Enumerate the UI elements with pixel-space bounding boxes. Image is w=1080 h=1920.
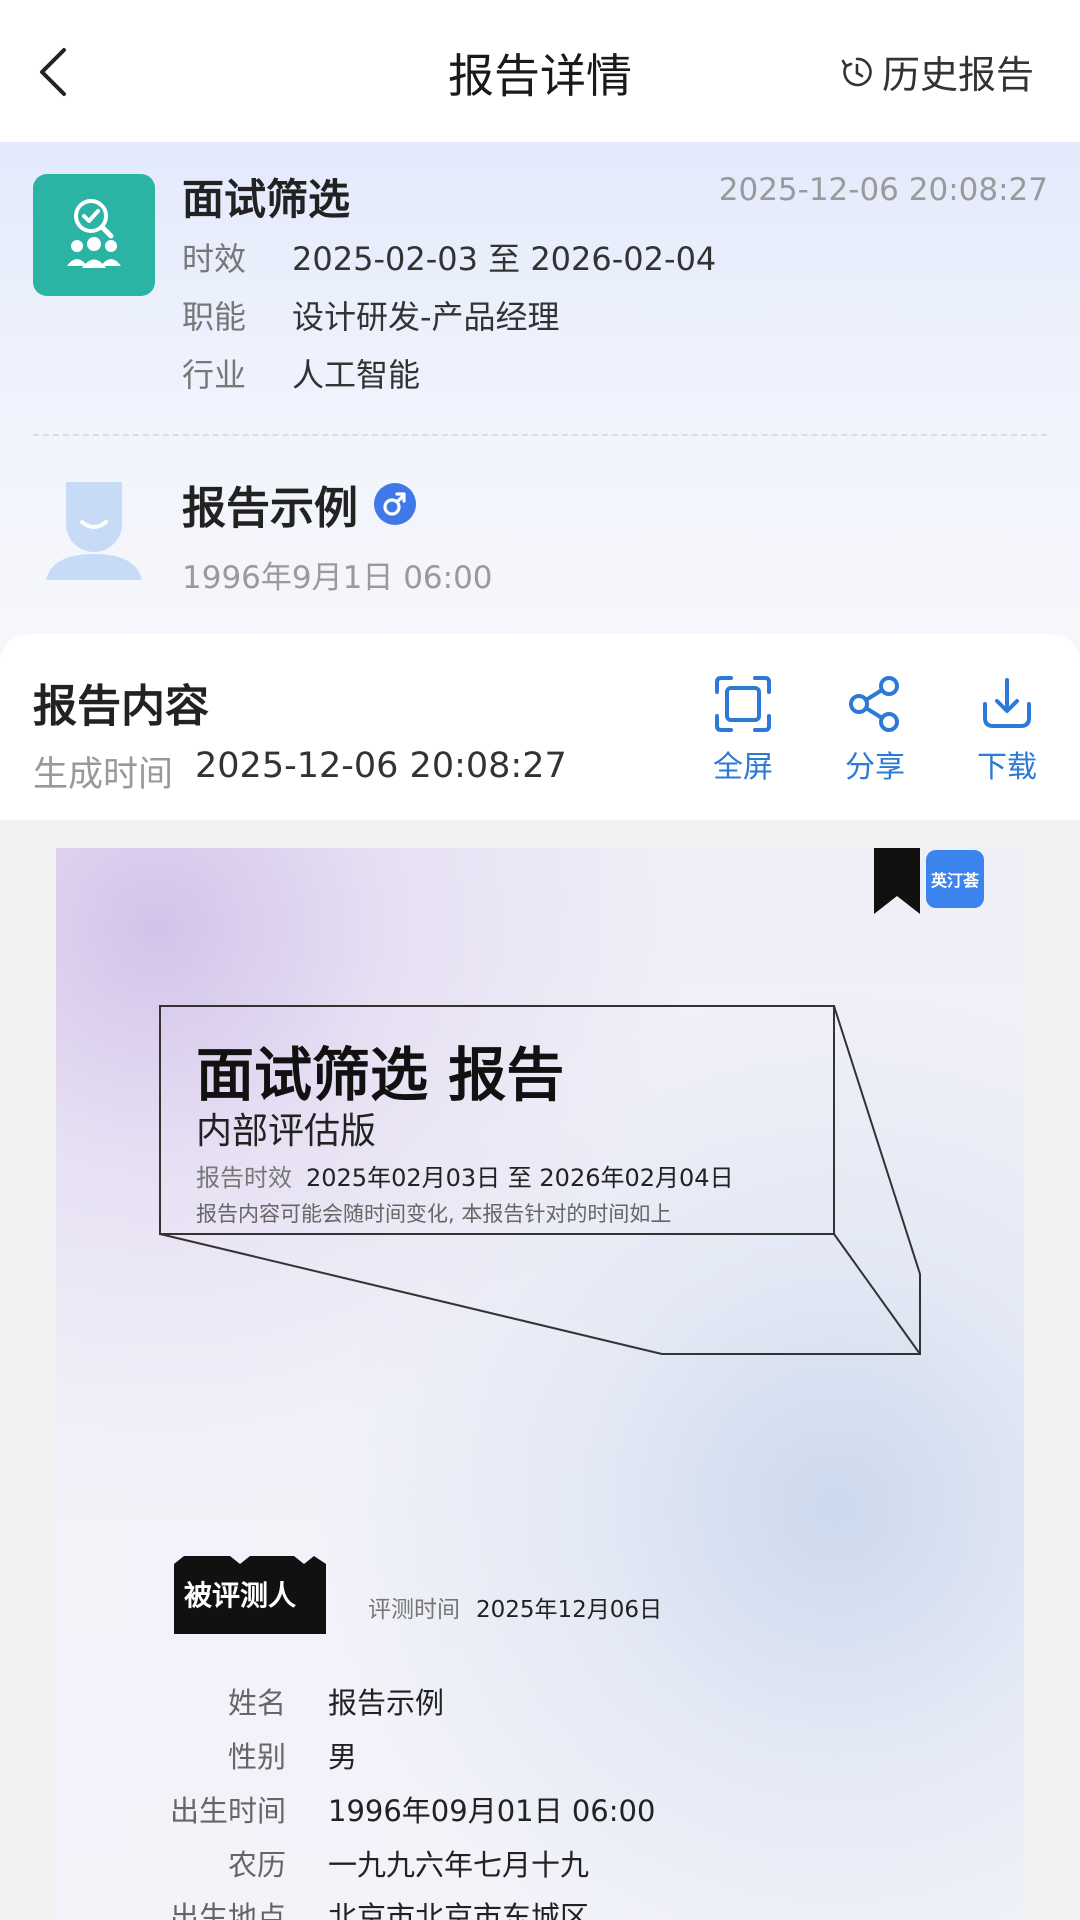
history-reports-button[interactable]: 历史报告 — [840, 44, 1034, 99]
doc-field-lunar: 农历 一九九六年七月十九 — [166, 1842, 589, 1884]
subject-tag-label: 被评测人 — [184, 1579, 297, 1612]
field-value: 北京市北京市东城区 — [328, 1900, 590, 1920]
download-label: 下载 — [977, 750, 1037, 785]
download-icon — [983, 678, 1031, 728]
job-field-industry: 行业 人工智能 — [182, 350, 420, 396]
field-label: 出生地点 — [169, 1900, 286, 1920]
field-value: 人工智能 — [292, 356, 421, 394]
field-value: 1996年09月01日 06:00 — [328, 1794, 656, 1828]
job-created-time: 2025-12-06 20:08:27 — [718, 172, 1048, 208]
fullscreen-icon — [715, 676, 771, 732]
eval-label: 评测时间 — [368, 1597, 460, 1623]
job-title: 面试筛选 — [182, 175, 351, 224]
field-label: 时效 — [182, 240, 247, 278]
share-button[interactable]: 分享 — [820, 674, 930, 786]
field-value: 2025-02-03 至 2026-02-04 — [292, 240, 717, 278]
avatar — [44, 474, 144, 584]
report-content-header: 报告内容 生成时间 2025-12-06 20:08:27 全屏 分享 下载 — [0, 634, 1080, 820]
person-name-row: 报告示例 — [182, 472, 416, 536]
validity-value: 2025年02月03日 至 2026年02月04日 — [306, 1164, 734, 1192]
divider — [33, 434, 1047, 436]
doc-field-name: 姓名 报告示例 — [166, 1680, 444, 1722]
report-preview-area[interactable]: 英汀荟 面试筛选 报告 内部评估版 报告时效 2025年02月03日 至 202… — [0, 820, 1080, 1920]
person-name: 报告示例 — [182, 483, 358, 534]
doc-field-birthplace: 出生地点 北京市北京市东城区 — [166, 1894, 589, 1920]
job-field-function: 职能 设计研发-产品经理 — [182, 292, 560, 338]
generated-label: 生成时间 — [33, 755, 174, 795]
report-detail-page: 报告详情 历史报告 面试筛选 2025-12-06 20:08:27 时效 20… — [0, 0, 1080, 1920]
male-gender-icon — [374, 483, 416, 525]
report-document[interactable]: 英汀荟 面试筛选 报告 内部评估版 报告时效 2025年02月03日 至 202… — [56, 848, 1024, 1920]
field-label: 农历 — [227, 1848, 286, 1882]
fullscreen-button[interactable]: 全屏 — [688, 674, 798, 786]
document-validity-row: 报告时效 2025年02月03日 至 2026年02月04日 — [196, 1158, 734, 1193]
eval-value: 2025年12月06日 — [476, 1597, 663, 1623]
generated-value: 2025-12-06 20:08:27 — [195, 746, 567, 786]
clock-icon — [841, 57, 872, 86]
field-label: 职能 — [182, 298, 247, 336]
person-birth: 1996年9月1日 06:00 — [182, 560, 493, 596]
field-value: 男 — [328, 1740, 358, 1774]
field-label: 出生时间 — [169, 1794, 286, 1828]
field-label: 行业 — [182, 356, 247, 394]
share-label: 分享 — [845, 750, 905, 785]
field-label: 姓名 — [227, 1686, 286, 1720]
field-value: 一九九六年七月十九 — [328, 1848, 590, 1882]
document-note: 报告内容可能会随时间变化, 本报告针对的时间如上 — [196, 1202, 672, 1226]
field-value: 设计研发-产品经理 — [292, 298, 560, 336]
generated-time-row: 生成时间 2025-12-06 20:08:27 — [33, 746, 567, 797]
interview-screening-icon — [33, 174, 155, 296]
field-label: 性别 — [227, 1740, 286, 1774]
download-button[interactable]: 下载 — [952, 674, 1062, 786]
job-info-section: 面试筛选 2025-12-06 20:08:27 时效 2025-02-03 至… — [0, 142, 1080, 662]
doc-field-birth-time: 出生时间 1996年09月01日 06:00 — [166, 1788, 655, 1830]
document-subtitle: 内部评估版 — [196, 1111, 377, 1152]
doc-field-gender: 性别 男 — [166, 1734, 357, 1776]
top-bar: 报告详情 历史报告 — [0, 0, 1080, 142]
fullscreen-label: 全屏 — [713, 750, 773, 785]
share-icon — [849, 676, 899, 732]
validity-label: 报告时效 — [196, 1164, 292, 1192]
field-value: 报告示例 — [328, 1686, 445, 1720]
evaluation-time-row: 评测时间 2025年12月06日 — [368, 1590, 662, 1624]
history-label: 历史报告 — [881, 53, 1034, 97]
job-field-validity: 时效 2025-02-03 至 2026-02-04 — [182, 234, 716, 280]
document-title: 面试筛选 报告 — [196, 1041, 565, 1109]
report-content-title: 报告内容 — [33, 681, 209, 732]
